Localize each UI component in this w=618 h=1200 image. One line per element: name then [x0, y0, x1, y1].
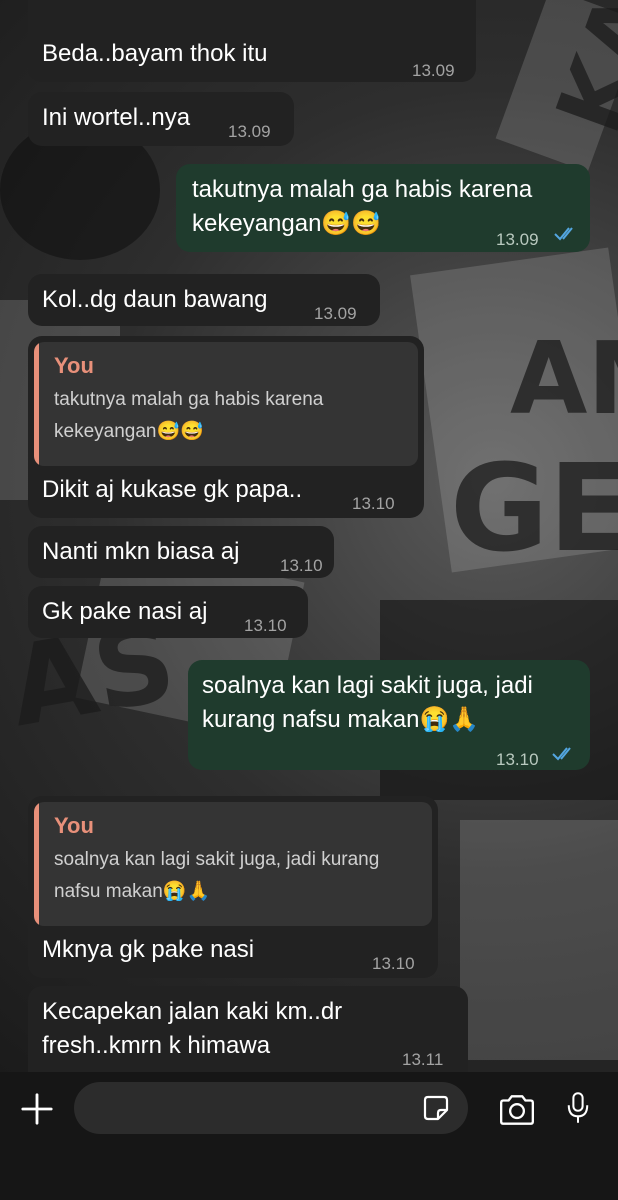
message-text-line: takutnya malah ga habis karena: [192, 176, 533, 203]
message-text: Gk pake nasi aj: [42, 598, 208, 625]
message-time: 13.09: [314, 304, 357, 323]
incoming-message[interactable]: Kol..dg daun bawang 13.09: [28, 274, 380, 326]
message-text: Ini wortel..nya: [42, 104, 191, 131]
message-text-line: soalnya kan lagi sakit juga, jadi: [202, 672, 533, 699]
message-text: Dikit aj kukase gk papa..: [42, 476, 303, 503]
plus-icon[interactable]: [20, 1092, 54, 1126]
quote-text-line: nafsu makan😭🙏: [54, 881, 211, 902]
message-text: Kol..dg daun bawang: [42, 286, 268, 313]
sticker-icon[interactable]: [422, 1094, 450, 1122]
quote-author: You: [54, 353, 94, 378]
message-time: 13.10: [244, 616, 287, 635]
message-text: Mknya gk pake nasi: [42, 936, 255, 963]
message-text-line: kekeyangan😅😅: [192, 210, 382, 237]
message-text-line: fresh..kmrn k himawa: [42, 1032, 271, 1059]
message-text: Nanti mkn biasa aj: [42, 538, 240, 565]
incoming-message[interactable]: Beda..bayam thok itu 13.09: [28, 0, 476, 82]
quote-text-line: takutnya malah ga habis karena: [54, 389, 324, 410]
quote-accent-bar: [34, 342, 39, 466]
read-ticks-icon: [554, 227, 573, 241]
incoming-message[interactable]: Gk pake nasi aj 13.10: [28, 586, 308, 638]
message-text-line: kurang nafsu makan😭🙏: [202, 706, 480, 733]
incoming-message[interactable]: Ini wortel..nya 13.09: [28, 92, 294, 146]
message-time: 13.10: [496, 750, 539, 769]
message-text-line: Kecapekan jalan kaki km..dr: [42, 998, 343, 1025]
incoming-message[interactable]: Kecapekan jalan kaki km..dr fresh..kmrn …: [28, 986, 468, 1072]
outgoing-message[interactable]: takutnya malah ga habis karena kekeyanga…: [176, 164, 590, 252]
message-time: 13.10: [280, 556, 323, 575]
quote-author: You: [54, 813, 94, 838]
message-input[interactable]: [74, 1082, 468, 1134]
message-time: 13.09: [412, 61, 455, 80]
message-time: 13.10: [352, 494, 395, 513]
quoted-message[interactable]: You soalnya kan lagi sakit juga, jadi ku…: [34, 802, 432, 926]
quote-text-line: kekeyangan😅😅: [54, 421, 204, 442]
message-time: 13.09: [228, 122, 271, 141]
message-time: 13.09: [496, 230, 539, 249]
message-composer-bar: [0, 1072, 618, 1200]
incoming-reply-message[interactable]: You takutnya malah ga habis karena kekey…: [28, 336, 424, 518]
quote-accent-bar: [34, 802, 39, 926]
quote-text-line: soalnya kan lagi sakit juga, jadi kurang: [54, 849, 380, 870]
camera-icon[interactable]: [498, 1094, 536, 1126]
message-text: Beda..bayam thok itu: [42, 40, 268, 67]
message-time: 13.10: [372, 954, 415, 973]
incoming-message[interactable]: Nanti mkn biasa aj 13.10: [28, 526, 334, 578]
read-ticks-icon: [552, 747, 571, 761]
microphone-icon[interactable]: [566, 1090, 590, 1126]
quoted-message[interactable]: You takutnya malah ga habis karena kekey…: [34, 342, 418, 466]
incoming-reply-message[interactable]: You soalnya kan lagi sakit juga, jadi ku…: [28, 796, 438, 978]
outgoing-message[interactable]: soalnya kan lagi sakit juga, jadi kurang…: [188, 660, 590, 770]
